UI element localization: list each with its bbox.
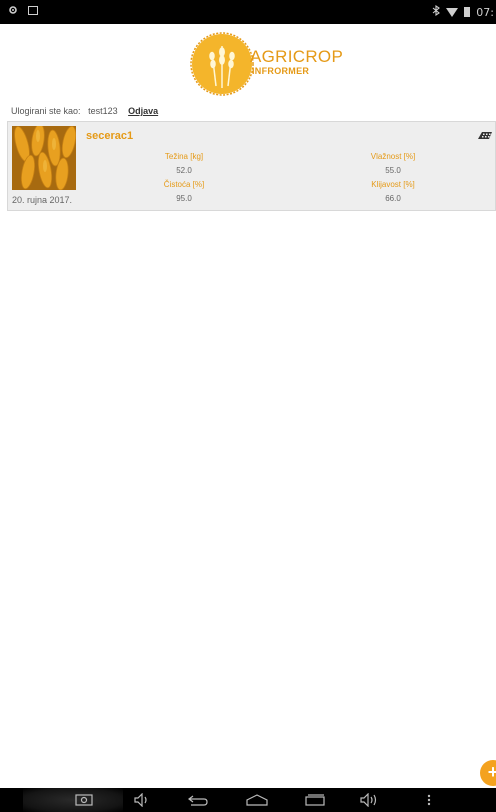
logout-link[interactable]: Odjava — [128, 106, 158, 116]
home-icon[interactable] — [242, 788, 272, 812]
screenshot-icon[interactable] — [69, 788, 99, 812]
app-logo: AGRICROP INFRORMER — [190, 30, 344, 100]
battery-icon — [464, 7, 471, 17]
logged-in-label: Ulogirani ste kao: — [11, 106, 81, 116]
record-date: 20. rujna 2017. — [12, 195, 73, 205]
status-bar: 07: — [0, 0, 496, 24]
navigation-bar — [0, 788, 496, 812]
logo-subtitle: INFRORMER — [252, 66, 310, 76]
cistoca-value: 95.0 — [176, 194, 192, 203]
bluetooth-icon — [432, 4, 441, 19]
status-time: 07: — [476, 5, 494, 19]
vlaznost-value: 55.0 — [385, 166, 401, 175]
image-icon — [28, 6, 38, 15]
menu-icon[interactable] — [414, 788, 444, 812]
volume-up-icon[interactable] — [355, 788, 385, 812]
wifi-icon — [446, 7, 459, 17]
vlaznost-label: Vlažnost [%] — [370, 152, 416, 161]
tezina-label: Težina [kg] — [164, 152, 204, 161]
device-icon[interactable] — [477, 129, 493, 147]
logo-title: AGRICROP — [250, 47, 344, 66]
record-card[interactable]: 20. rujna 2017. secerac1 Težina [kg] 52.… — [7, 121, 496, 211]
tezina-value: 52.0 — [176, 166, 192, 175]
session-info: Ulogirani ste kao: test123 Odjava — [11, 106, 158, 116]
add-button[interactable]: + — [480, 760, 496, 786]
recents-icon[interactable] — [300, 788, 330, 812]
record-name: secerac1 — [86, 130, 134, 142]
cistoca-label: Čistoća [%] — [163, 180, 205, 189]
volume-down-icon[interactable] — [127, 788, 157, 812]
corn-photo — [12, 126, 76, 190]
settings-icon — [8, 5, 18, 15]
username: test123 — [88, 106, 118, 116]
klijavost-label: Klijavost [%] — [371, 180, 415, 189]
back-icon[interactable] — [183, 788, 213, 812]
klijavost-value: 66.0 — [385, 194, 401, 203]
wheat-seal-icon — [190, 32, 254, 96]
